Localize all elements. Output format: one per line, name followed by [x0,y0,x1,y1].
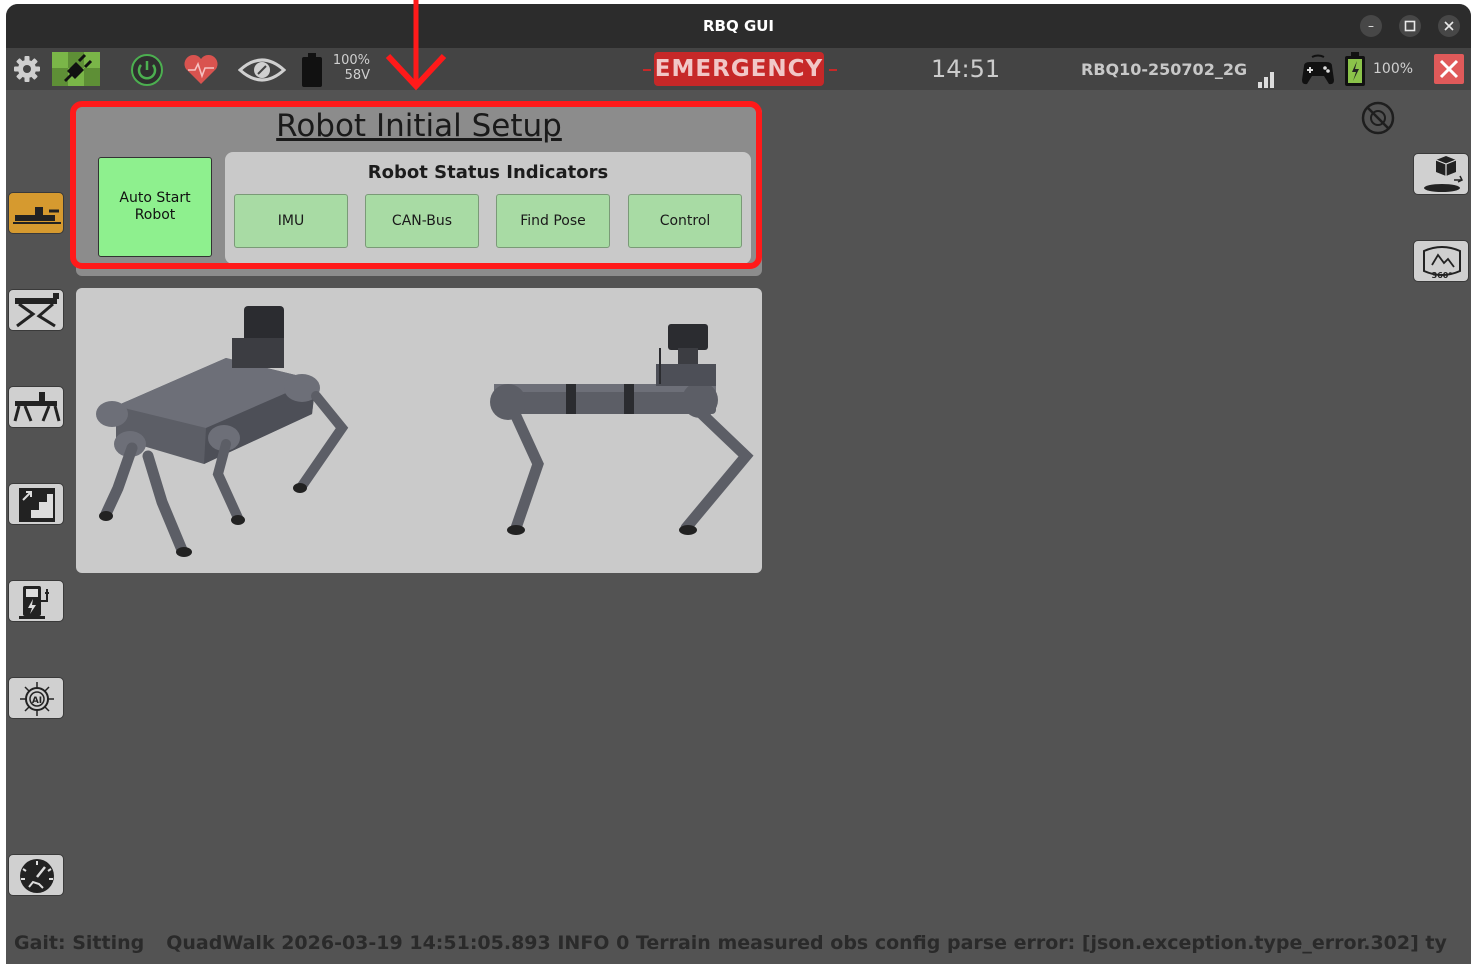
close-icon [1444,21,1454,31]
window-title: RBQ GUI [702,17,775,35]
controller-battery-icon [1345,52,1365,86]
stairs-icon [19,488,55,522]
emergency-wrapper: EMERGENCY [642,52,838,86]
cube-3d-icon [1424,156,1464,192]
minimize-button[interactable]: – [1360,15,1382,37]
battery-percent: 100% [332,53,370,68]
auto-start-robot-button[interactable]: Auto Start Robot [98,157,212,257]
battery-readout: 100% 58V [328,53,370,83]
log-line: Gait: Sitting QuadWalk 2026-03-19 14:51:0… [14,932,1471,954]
indicator-control[interactable]: Control [628,194,742,248]
log-message: QuadWalk 2026-03-19 14:51:05.893 INFO 0 … [166,932,1447,954]
robot-illustration [96,306,754,557]
title-bar: RBQ GUI – [6,4,1471,48]
robot-walking-icon [13,392,61,422]
heart-rate-icon [184,54,218,84]
sidebar-mode-lying[interactable] [8,192,64,234]
speedometer-icon [20,859,54,893]
view-3d-model-button[interactable] [1413,153,1469,195]
emergency-dash-left [643,69,651,71]
controller-battery-percent: 100% [1373,61,1414,77]
sidebar-mode-ai[interactable]: AI [8,677,64,719]
indicator-can-bus[interactable]: CAN-Bus [365,194,479,248]
maximize-icon [1404,20,1416,32]
gamepad-icon [1302,54,1334,85]
sidebar-mode-standing[interactable] [8,289,64,331]
emergency-dash-right [829,69,837,71]
power-icon[interactable] [130,53,164,87]
connection-plug-icon[interactable] [52,52,102,86]
eye-icon[interactable] [238,54,286,86]
sidebar-speed-dial[interactable] [8,854,64,896]
ai-chip-icon: AI [20,682,54,716]
battery-voltage: 58V [344,68,370,83]
svg-text:360°: 360° [1432,271,1453,280]
maximize-button[interactable] [1399,15,1421,37]
red-arrow-annotation [385,0,447,91]
view-360-button[interactable]: 360° [1413,240,1469,282]
robot-lying-icon [13,207,61,224]
robot-isometric-image [96,306,349,557]
robot-id: RBQ10-250702_2G [1081,60,1248,79]
gait-status: Gait: Sitting [14,932,145,954]
camera-off-icon[interactable] [1360,100,1396,136]
robot-image-panel [76,288,762,573]
battery-icon [302,53,322,87]
camera-360-icon: 360° [1423,246,1461,280]
app-close-button[interactable] [1434,54,1464,84]
robot-initial-setup-panel: Robot Initial Setup Auto Start Robot Rob… [76,106,762,276]
signal-strength-icon [1258,72,1274,88]
status-bar: 100% 58V EMERGENCY 14:51 RBQ10-250702_2G [6,48,1471,90]
robot-status-indicators: Robot Status Indicators IMU CAN-Bus Find… [225,152,751,264]
sidebar-mode-stairs[interactable] [8,483,64,525]
status-indicators-title: Robot Status Indicators [367,162,609,183]
robot-standing-icon [15,293,59,328]
close-window-button[interactable] [1438,15,1460,37]
emergency-button[interactable]: EMERGENCY [654,52,824,86]
clock: 14:51 [931,55,1001,83]
indicator-find-pose[interactable]: Find Pose [496,194,610,248]
sidebar-mode-charging[interactable] [8,580,64,622]
close-x-icon [1439,59,1459,79]
setup-title: Robot Initial Setup [276,108,562,144]
gear-icon[interactable] [12,54,42,84]
svg-text:AI: AI [32,696,42,706]
app-window: RBQ GUI – 100% 58V EMERGENCY 14:51 RBQ10… [6,4,1471,964]
charging-station-icon [19,586,49,619]
robot-side-image [490,324,754,535]
sidebar-mode-walking[interactable] [8,386,64,428]
indicator-imu[interactable]: IMU [234,194,348,248]
